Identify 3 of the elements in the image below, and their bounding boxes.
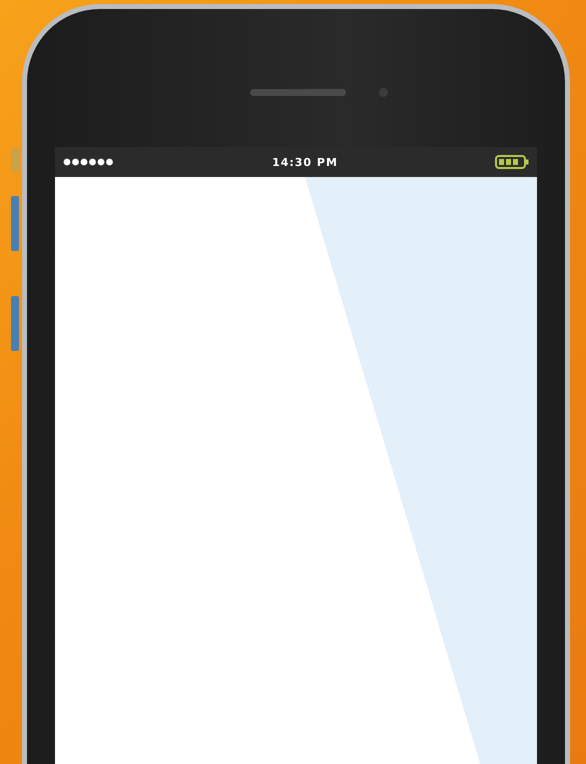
battery-icon (494, 155, 529, 169)
signal-icon (63, 158, 115, 166)
status-time: 14:30 PM (272, 156, 338, 168)
